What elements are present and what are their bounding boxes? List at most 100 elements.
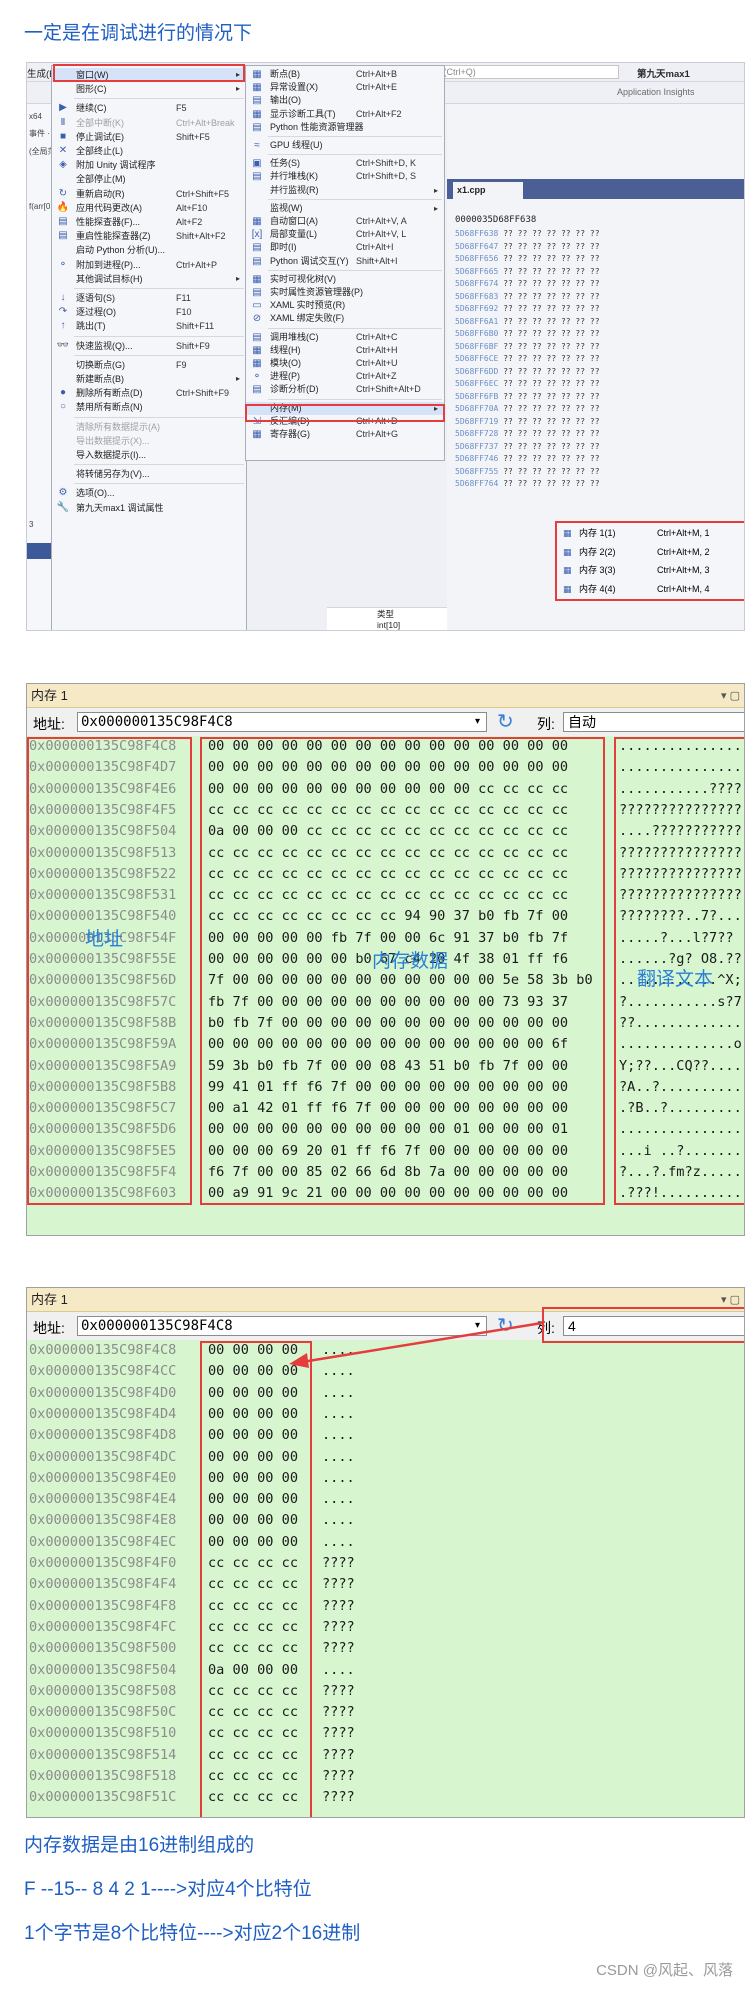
menu-item[interactable]: ▦ 异常设置(X) Ctrl+Alt+E [246, 81, 444, 94]
app-insights-label[interactable]: Application Insights [617, 87, 695, 97]
menu-item[interactable]: ▤ 实时属性资源管理器(P) [246, 286, 444, 299]
memory-submenu-item[interactable]: ▦ 内存 3(3) Ctrl+Alt+M, 3 [557, 561, 744, 579]
menu-item[interactable]: 切换断点(G) F9 [52, 358, 246, 372]
menu-item[interactable]: ⊘ XAML 绑定失败(F) [246, 312, 444, 325]
menu-item[interactable]: 其他调试目标(H) ▸ [52, 272, 246, 286]
window-controls[interactable]: ▾ ▢ [721, 684, 740, 708]
menu-item[interactable]: ▦ 自动窗口(A) Ctrl+Alt+V, A [246, 215, 444, 228]
menu-item-shortcut: Ctrl+Shift+F9 [176, 388, 230, 399]
menu-item[interactable]: ▶ 继续(C) F5 [52, 101, 246, 115]
window-submenu: ▦ 断点(B) Ctrl+Alt+B ▦ 异常设置(X) Ctrl+Alt+E ▤ 输出(O)… [245, 65, 445, 461]
memory-text: ???? [322, 1555, 355, 1571]
vs-memory-row-bytes: ?? ?? ?? ?? ?? ?? ?? [503, 379, 600, 388]
menu-item[interactable]: ⚙ 选项(O)... [52, 486, 246, 500]
menu-item-shortcut: Ctrl+Shift+D, K [356, 158, 417, 169]
menu-item[interactable]: ≈ GPU 线程(U) [246, 139, 444, 152]
menu-item[interactable]: 启动 Python 分析(U)... [52, 243, 246, 257]
menu-item-label: 并行监视(R) [270, 184, 319, 195]
menu-item[interactable]: ▤ 诊断分析(D) Ctrl+Shift+Alt+D [246, 383, 444, 396]
vs-memory-row-bytes: ?? ?? ?? ?? ?? ?? ?? [503, 366, 600, 376]
vs-memory-row-bytes: ?? ?? ?? ?? ?? ?? ?? [503, 441, 600, 451]
menu-item[interactable]: ▤ 输出(O) [246, 94, 444, 107]
memory-address: 0x000000135C98F510 [29, 1725, 177, 1742]
menu-item[interactable]: 导入数据提示(I)... [52, 448, 246, 462]
menu-item[interactable]: 监视(W) ▸ [246, 202, 444, 215]
vs-memory-row: 5D68FF6CE ?? ?? ?? ?? ?? ?? ?? [455, 354, 600, 363]
menu-item[interactable]: ↻ 重新启动(R) Ctrl+Shift+F5 [52, 187, 246, 201]
menu-item[interactable]: ▦ 模块(O) Ctrl+Alt+U [246, 357, 444, 370]
menu-item[interactable]: 🔥 应用代码更改(A) Alt+F10 [52, 201, 246, 215]
menu-item[interactable]: ▤ Python 性能资源管理器 [246, 121, 444, 134]
menu-item-shortcut: Ctrl+Alt+E [356, 82, 398, 93]
menu-item[interactable]: ▤ 重启性能探查器(Z) Shift+Alt+F2 [52, 229, 246, 243]
menu-item-icon: 👓 [56, 339, 70, 351]
menu-separator [74, 98, 244, 100]
menu-item[interactable]: ▤ 调用堆栈(C) Ctrl+Alt+C [246, 331, 444, 344]
chevron-right-icon: ▸ [235, 84, 240, 94]
menu-item[interactable]: 🔧 第九天max1 调试属性 [52, 501, 246, 515]
menu-item[interactable]: 将转储另存为(V)... [52, 467, 246, 481]
memory-submenu-item[interactable]: ▦ 内存 4(4) Ctrl+Alt+M, 4 [557, 580, 744, 598]
memory-text: ???? [322, 1768, 355, 1784]
menu-item[interactable]: ▤ 性能探查器(F)... Alt+F2 [52, 215, 246, 229]
menu-item[interactable]: ⚬ 进程(P) Ctrl+Alt+Z [246, 370, 444, 383]
menu-item[interactable]: ○ 禁用所有断点(N) [52, 400, 246, 414]
vs-memory-row-bytes: ?? ?? ?? ?? ?? ?? ?? [503, 254, 600, 263]
menu-item[interactable]: ▦ 显示诊断工具(T) Ctrl+Alt+F2 [246, 108, 444, 121]
memory-text: .... [322, 1384, 355, 1401]
menu-item[interactable]: ▦ 实时可视化树(V) [246, 273, 444, 286]
vs-memory-row: 5D68FF6FB ?? ?? ?? ?? ?? ?? ?? [455, 392, 600, 401]
vs-memory-row-address: 5D68FF6BF [455, 341, 499, 351]
menu-item-label: 新建断点(B) [76, 374, 124, 384]
menu-item[interactable]: ▦ 寄存器(G) Ctrl+Alt+G [246, 428, 444, 441]
menu-item[interactable]: ↑ 跳出(T) Shift+F11 [52, 319, 246, 333]
menu-item[interactable]: ▦ 线程(H) Ctrl+Alt+H [246, 344, 444, 357]
column-select[interactable]: 自动 [563, 712, 744, 732]
refresh-icon[interactable]: ↻ [497, 709, 514, 734]
menu-item[interactable]: ▭ XAML 实时预览(R) [246, 299, 444, 312]
tab-cpp-file[interactable]: x1.cpp [453, 182, 523, 199]
menu-item-icon: ▦ [252, 344, 262, 356]
memory-address: 0x000000135C98F518 [29, 1768, 177, 1784]
menu-item[interactable]: ✕ 全部终止(L) [52, 144, 246, 158]
menu-item[interactable]: 并行监视(R) ▸ [246, 184, 444, 197]
menu-item[interactable]: 新建断点(B) ▸ [52, 372, 246, 386]
menu-item-icon: ▤ [252, 171, 262, 183]
menu-item-shortcut: Ctrl+Alt+B [356, 69, 398, 79]
menu-item[interactable]: 图形(C) ▸ [52, 82, 246, 96]
menu-item[interactable]: ↓ 逐语句(S) F11 [52, 291, 246, 305]
menu-item[interactable]: ● 删除所有断点(D) Ctrl+Shift+F9 [52, 386, 246, 400]
menu-item[interactable]: ▣ 任务(S) Ctrl+Shift+D, K [246, 157, 444, 170]
menu-item[interactable]: 👓 快速监视(Q)... Shift+F9 [52, 339, 246, 353]
vs-memory-row-address: 5D68FF755 [455, 466, 499, 476]
menu-item[interactable]: ▤ 即时(I) Ctrl+Alt+I [246, 241, 444, 254]
memory-text: .... [322, 1491, 355, 1508]
chevron-down-icon[interactable]: ▾ [475, 712, 480, 732]
vs-memory-row-address: 5D68FF6CE [455, 354, 499, 363]
address-input[interactable]: 0x000000135C98F4C8 [77, 712, 487, 732]
menu-item[interactable]: ▤ 并行堆栈(K) Ctrl+Shift+D, S [246, 170, 444, 183]
menu-item-shortcut: Ctrl+Shift+D, S [356, 171, 417, 182]
menu-item[interactable]: [x] 局部变量(L) Ctrl+Alt+V, L [246, 228, 444, 241]
menu-item[interactable]: ▤ Python 调试交互(Y) Shift+Alt+I [246, 255, 444, 268]
vs-search-box[interactable]: 搜索 (Ctrl+Q) [419, 65, 619, 79]
menu-item-shortcut: Shift+Alt+F2 [176, 231, 226, 242]
menu-item[interactable]: 全部停止(M) [52, 172, 246, 186]
menu-item-icon: ↻ [58, 187, 68, 199]
vs-memory-row: 5D68FF683 ?? ?? ?? ?? ?? ?? ?? [455, 292, 600, 301]
memory-address: 0x000000135C98F4E0 [29, 1469, 177, 1486]
vs-memory-row-bytes: ?? ?? ?? ?? ?? ?? ?? [503, 241, 600, 251]
menu-item-label: 调用堆栈(C) [270, 331, 319, 342]
vs-memory-row-address: 5D68FF719 [455, 416, 499, 426]
menu-item-icon: ↓ [60, 292, 66, 303]
memory-text: .... [322, 1533, 355, 1550]
menu-item[interactable]: ■ 停止调试(E) Shift+F5 [52, 130, 246, 144]
menu-item[interactable]: ▦ 断点(B) Ctrl+Alt+B [246, 68, 444, 81]
menu-item-icon: ▦ [252, 273, 262, 285]
menu-item[interactable]: ⚬ 附加到进程(P)... Ctrl+Alt+P [52, 258, 246, 272]
menu-item[interactable]: ↷ 逐过程(O) F10 [52, 305, 246, 319]
menu-item[interactable]: ◈ 附加 Unity 调试程序 [52, 158, 246, 172]
menu-item-icon: ▣ [252, 158, 262, 170]
memory-submenu-item[interactable]: ▦ 内存 1(1) Ctrl+Alt+M, 1 [557, 524, 744, 542]
memory-submenu-item[interactable]: ▦ 内存 2(2) Ctrl+Alt+M, 2 [557, 543, 744, 561]
